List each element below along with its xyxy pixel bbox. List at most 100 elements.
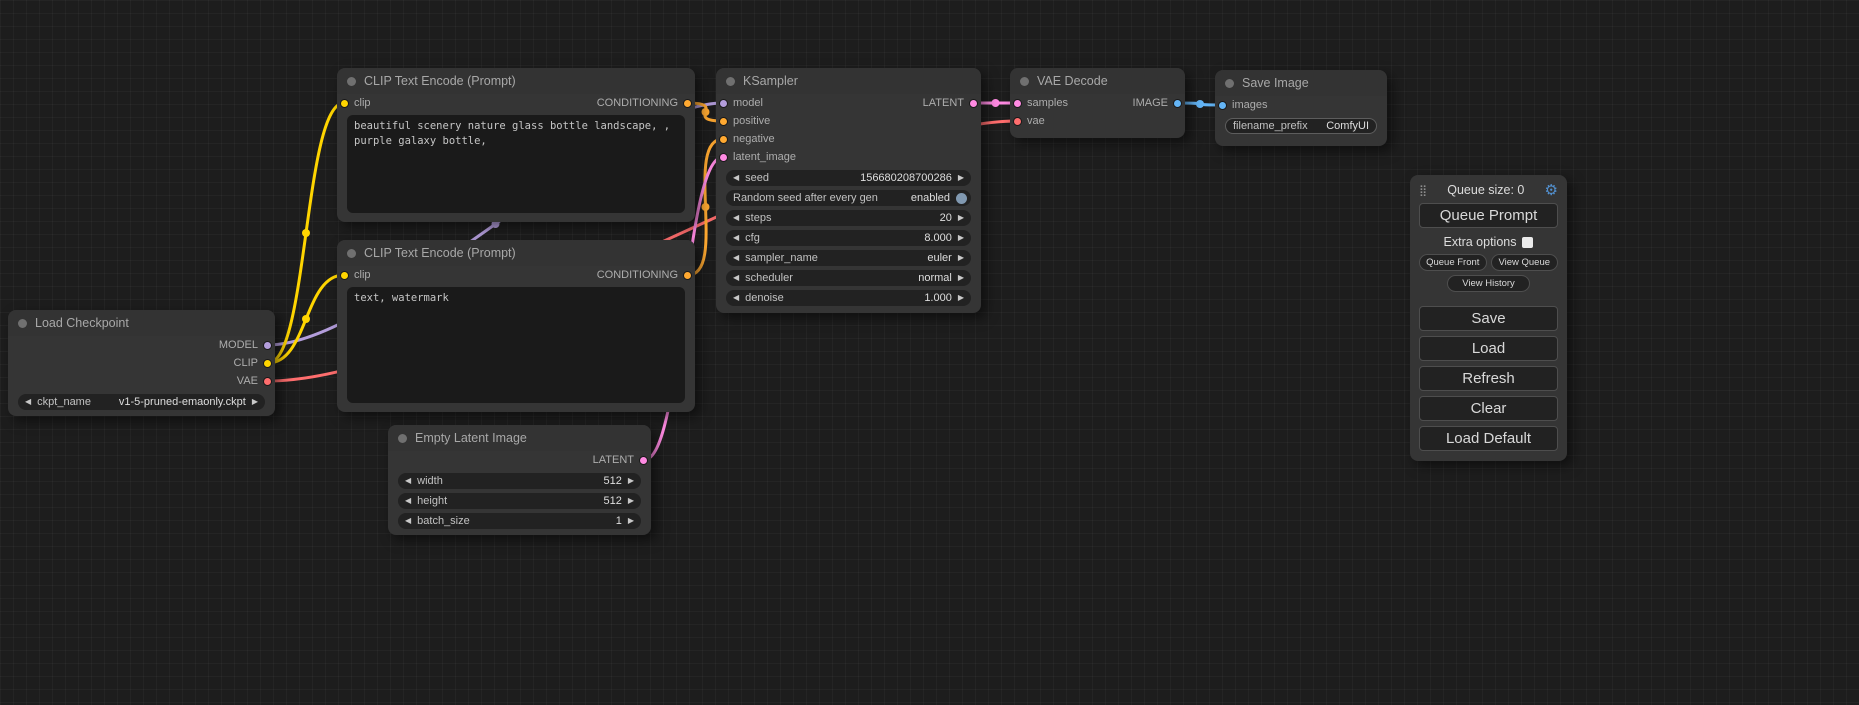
save-button[interactable]: Save — [1419, 306, 1558, 331]
widget-filename-prefix[interactable]: filename_prefixComfyUI — [1225, 118, 1377, 134]
input-port-label: vae — [1027, 115, 1045, 127]
widget-random-seed-after-every-gen[interactable]: Random seed after every genenabled — [726, 190, 971, 206]
output-port-conditioning-dot[interactable] — [683, 271, 692, 280]
input-port-clip-dot[interactable] — [340, 271, 349, 280]
arrow-left-icon[interactable]: ◀ — [405, 517, 411, 525]
arrow-left-icon[interactable]: ◀ — [733, 274, 739, 282]
collapse-dot[interactable] — [18, 319, 27, 328]
extra-options-label: Extra options — [1444, 235, 1517, 249]
collapse-dot[interactable] — [1020, 77, 1029, 86]
arrow-left-icon[interactable]: ◀ — [733, 174, 739, 182]
node-graph-canvas[interactable]: Load CheckpointMODELCLIPVAE◀ckpt_namev1-… — [0, 0, 1859, 705]
node-save-image[interactable]: Save Imageimagesfilename_prefixComfyUI — [1215, 70, 1387, 146]
widget-label: seed — [745, 172, 769, 184]
arrow-right-icon[interactable]: ▶ — [628, 517, 634, 525]
node-empty-latent-image[interactable]: Empty Latent ImageLATENT◀width512▶◀heigh… — [388, 425, 651, 535]
view-queue-button[interactable]: View Queue — [1491, 254, 1559, 271]
output-port-latent-dot[interactable] — [969, 99, 978, 108]
collapse-dot[interactable] — [1225, 79, 1234, 88]
widget-ckpt-name[interactable]: ◀ckpt_namev1-5-pruned-emaonly.ckpt▶ — [18, 394, 265, 410]
node-clip-text-encode-prompt[interactable]: CLIP Text Encode (Prompt)clipCONDITIONIN… — [337, 68, 695, 222]
output-port-label: MODEL — [219, 339, 258, 351]
input-port-vae-dot[interactable] — [1013, 117, 1022, 126]
node-vae-decode[interactable]: VAE DecodesamplesIMAGEvae — [1010, 68, 1185, 138]
node-title-bar[interactable]: CLIP Text Encode (Prompt) — [337, 240, 695, 266]
input-port-clip-dot[interactable] — [340, 99, 349, 108]
widget-denoise[interactable]: ◀denoise1.000▶ — [726, 290, 971, 306]
prompt-textarea[interactable]: text, watermark — [347, 287, 685, 403]
load-default-button[interactable]: Load Default — [1419, 426, 1558, 451]
widget-scheduler[interactable]: ◀schedulernormal▶ — [726, 270, 971, 286]
input-port-label: clip — [354, 97, 371, 109]
gear-icon[interactable]: ⚙ — [1545, 183, 1558, 198]
arrow-right-icon[interactable]: ▶ — [958, 294, 964, 302]
node-ksampler[interactable]: KSamplermodelLATENTpositivenegativelaten… — [716, 68, 981, 313]
widget-height[interactable]: ◀height512▶ — [398, 493, 641, 509]
input-port-samples-dot[interactable] — [1013, 99, 1022, 108]
arrow-right-icon[interactable]: ▶ — [628, 497, 634, 505]
output-port-label: CLIP — [234, 357, 258, 369]
node-title-bar[interactable]: Load Checkpoint — [8, 310, 275, 336]
widget-width[interactable]: ◀width512▶ — [398, 473, 641, 489]
node-title-bar[interactable]: VAE Decode — [1010, 68, 1185, 94]
queue-front-button[interactable]: Queue Front — [1419, 254, 1487, 271]
widget-label: cfg — [745, 232, 760, 244]
input-port-images-dot[interactable] — [1218, 101, 1227, 110]
output-port-image-dot[interactable] — [1173, 99, 1182, 108]
widget-sampler-name[interactable]: ◀sampler_nameeuler▶ — [726, 250, 971, 266]
input-port-negative-dot[interactable] — [719, 135, 728, 144]
drag-handle-icon[interactable]: ⣿ — [1419, 184, 1427, 197]
view-history-button[interactable]: View History — [1447, 275, 1530, 292]
output-port-conditioning-dot[interactable] — [683, 99, 692, 108]
arrow-right-icon[interactable]: ▶ — [958, 174, 964, 182]
widget-cfg[interactable]: ◀cfg8.000▶ — [726, 230, 971, 246]
port-row: clipCONDITIONING — [337, 94, 695, 112]
arrow-right-icon[interactable]: ▶ — [958, 254, 964, 262]
output-port-label: CONDITIONING — [597, 269, 678, 281]
output-port-label: IMAGE — [1133, 97, 1168, 109]
widget-batch-size[interactable]: ◀batch_size1▶ — [398, 513, 641, 529]
arrow-right-icon[interactable]: ▶ — [958, 214, 964, 222]
refresh-button[interactable]: Refresh — [1419, 366, 1558, 391]
arrow-left-icon[interactable]: ◀ — [733, 234, 739, 242]
input-port-model-dot[interactable] — [719, 99, 728, 108]
collapse-dot[interactable] — [398, 434, 407, 443]
arrow-left-icon[interactable]: ◀ — [25, 398, 31, 406]
widget-value: enabled — [911, 192, 950, 204]
arrow-right-icon[interactable]: ▶ — [958, 234, 964, 242]
node-load-checkpoint[interactable]: Load CheckpointMODELCLIPVAE◀ckpt_namev1-… — [8, 310, 275, 416]
output-port-model-dot[interactable] — [263, 341, 272, 350]
clear-button[interactable]: Clear — [1419, 396, 1558, 421]
node-title-bar[interactable]: Save Image — [1215, 70, 1387, 96]
arrow-right-icon[interactable]: ▶ — [252, 398, 258, 406]
toggle-knob[interactable] — [956, 193, 967, 204]
node-clip-text-encode-prompt[interactable]: CLIP Text Encode (Prompt)clipCONDITIONIN… — [337, 240, 695, 412]
arrow-left-icon[interactable]: ◀ — [733, 254, 739, 262]
arrow-right-icon[interactable]: ▶ — [958, 274, 964, 282]
output-port-latent-dot[interactable] — [639, 456, 648, 465]
arrow-left-icon[interactable]: ◀ — [405, 477, 411, 485]
prompt-textarea[interactable]: beautiful scenery nature glass bottle la… — [347, 115, 685, 213]
collapse-dot[interactable] — [347, 77, 356, 86]
arrow-left-icon[interactable]: ◀ — [405, 497, 411, 505]
widget-seed[interactable]: ◀seed156680208700286▶ — [726, 170, 971, 186]
node-title-bar[interactable]: CLIP Text Encode (Prompt) — [337, 68, 695, 94]
collapse-dot[interactable] — [347, 249, 356, 258]
input-port-latent-image-dot[interactable] — [719, 153, 728, 162]
queue-prompt-button[interactable]: Queue Prompt — [1419, 203, 1558, 228]
input-port-positive-dot[interactable] — [719, 117, 728, 126]
arrow-left-icon[interactable]: ◀ — [733, 214, 739, 222]
widget-steps[interactable]: ◀steps20▶ — [726, 210, 971, 226]
load-button[interactable]: Load — [1419, 336, 1558, 361]
queue-buttons-row: Queue Front View Queue — [1419, 254, 1558, 271]
node-title-bar[interactable]: Empty Latent Image — [388, 425, 651, 451]
collapse-dot[interactable] — [726, 77, 735, 86]
output-port-label: LATENT — [923, 97, 964, 109]
output-port-vae-dot[interactable] — [263, 377, 272, 386]
extra-options-checkbox[interactable] — [1522, 237, 1533, 248]
arrow-right-icon[interactable]: ▶ — [628, 477, 634, 485]
arrow-left-icon[interactable]: ◀ — [733, 294, 739, 302]
widget-label: sampler_name — [745, 252, 818, 264]
output-port-clip-dot[interactable] — [263, 359, 272, 368]
node-title-bar[interactable]: KSampler — [716, 68, 981, 94]
